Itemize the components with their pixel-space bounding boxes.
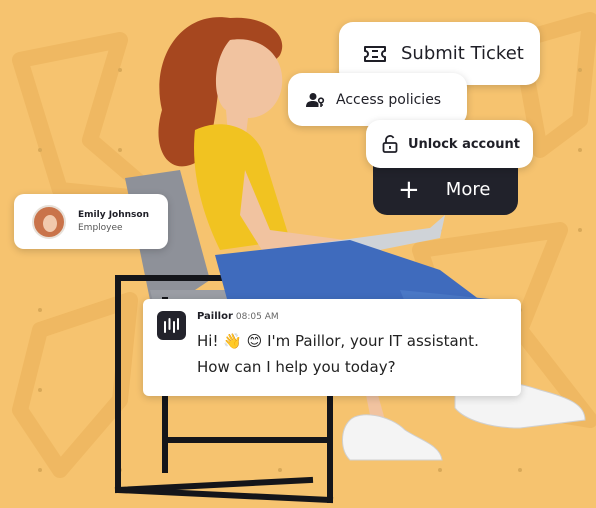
- access-policies-label: Access policies: [336, 91, 442, 108]
- more-label: More: [445, 179, 491, 200]
- chat-message: Paillor 08:05 AM Hi! 👋 😊 I'm Paillor, you…: [143, 299, 521, 396]
- user-name: Emily Johnson: [78, 210, 149, 220]
- message-line-2: How can I help you today?: [197, 358, 396, 376]
- unlock-account-label: Unlock account: [408, 136, 520, 152]
- user-key-icon: [306, 92, 326, 108]
- unlock-account-button[interactable]: Unlock account: [366, 120, 533, 168]
- access-policies-button[interactable]: Access policies: [288, 73, 467, 126]
- plus-icon: +: [398, 174, 420, 205]
- avatar: [32, 204, 66, 239]
- user-role: Employee: [78, 223, 123, 233]
- hero-scene: Submit Ticket Access policies + More Unl…: [0, 0, 596, 508]
- submit-ticket-label: Submit Ticket: [401, 43, 524, 64]
- ticket-icon: [363, 45, 387, 63]
- message-line-1: Hi! 👋 😊 I'm Paillor, your IT assistant.: [197, 332, 479, 350]
- bot-name: Paillor: [197, 311, 233, 322]
- unlock-icon: [382, 135, 398, 153]
- user-card: Emily Johnson Employee: [14, 194, 168, 249]
- message-time: 08:05 AM: [235, 312, 279, 322]
- paillor-logo-icon: [157, 311, 186, 340]
